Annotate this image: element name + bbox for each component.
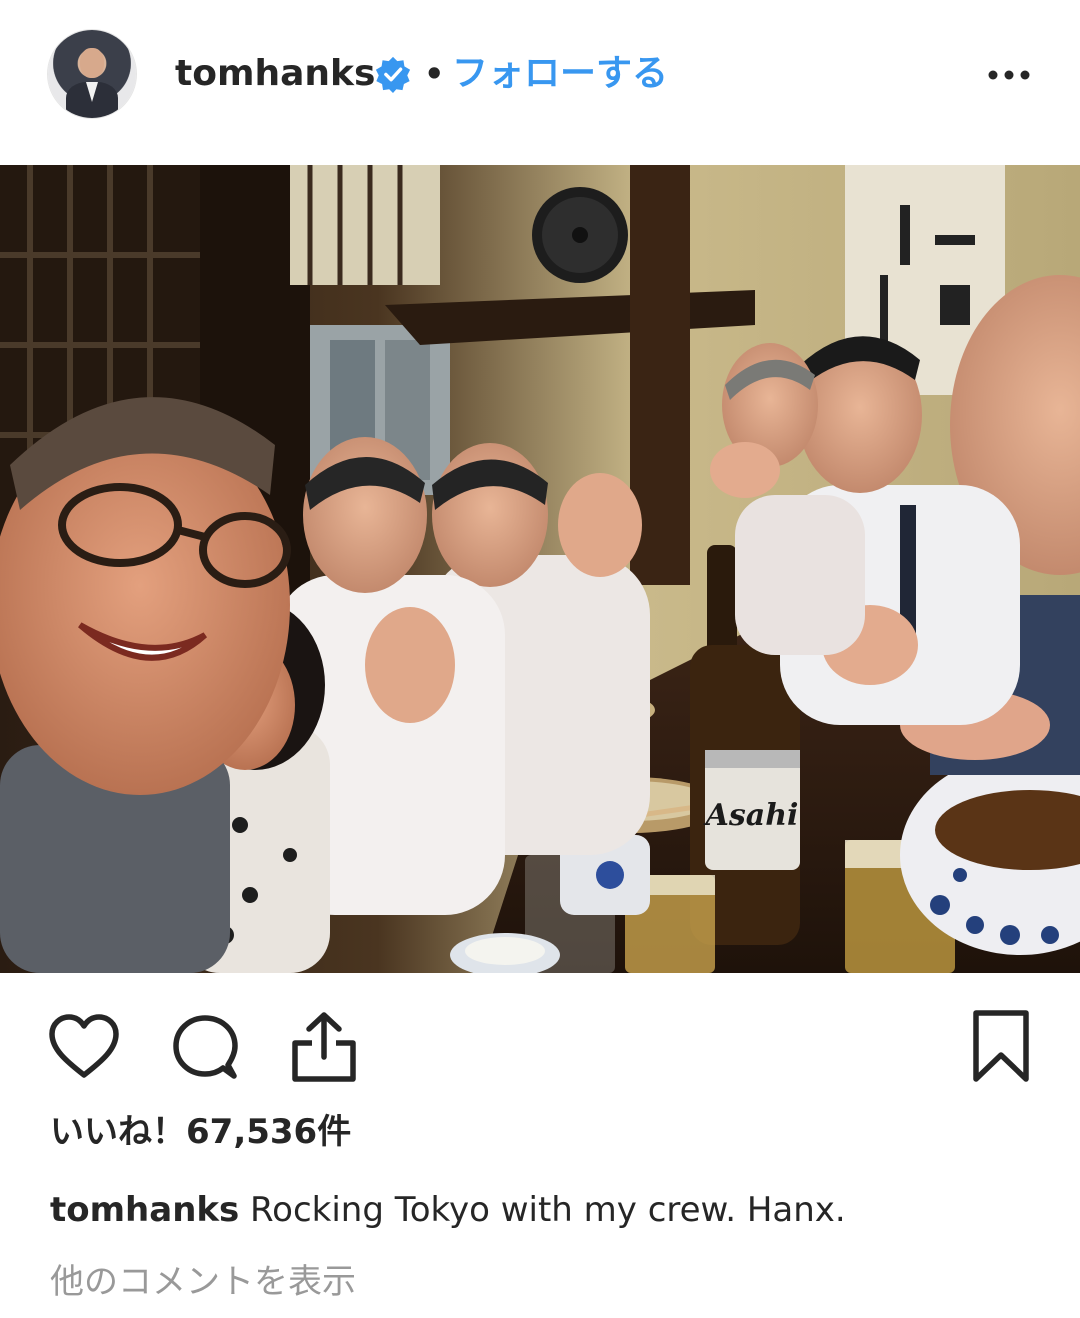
verified-badge-icon [375, 56, 411, 93]
caption-text: Rocking Tokyo with my crew. Hanx. [239, 1190, 846, 1230]
username-link[interactable]: tomhanks [175, 50, 375, 98]
comment-icon[interactable] [170, 1013, 242, 1085]
post-photo[interactable]: Asahi [0, 165, 1080, 973]
post-header: tomhanks • フォローする [0, 0, 1080, 150]
bookmark-icon[interactable] [970, 1009, 1032, 1085]
header-separator: • [424, 55, 445, 93]
more-options-icon[interactable] [984, 60, 1034, 90]
post-caption: tomhanks Rocking Tokyo with my crew. Han… [50, 1186, 1040, 1234]
caption-username[interactable]: tomhanks [50, 1190, 239, 1230]
share-icon[interactable] [288, 1009, 360, 1085]
follow-button[interactable]: フォローする [452, 50, 668, 98]
heart-icon[interactable] [48, 1013, 120, 1081]
profile-avatar[interactable] [48, 30, 136, 118]
likes-count[interactable]: いいね！67,536件 [50, 1108, 351, 1156]
post-photo-image: Asahi [0, 165, 1080, 973]
svg-text:Asahi: Asahi [703, 798, 799, 833]
post-actions [0, 1005, 1080, 1095]
view-comments-link[interactable]: 他のコメントを表示 [50, 1258, 356, 1306]
avatar-face [80, 48, 104, 78]
